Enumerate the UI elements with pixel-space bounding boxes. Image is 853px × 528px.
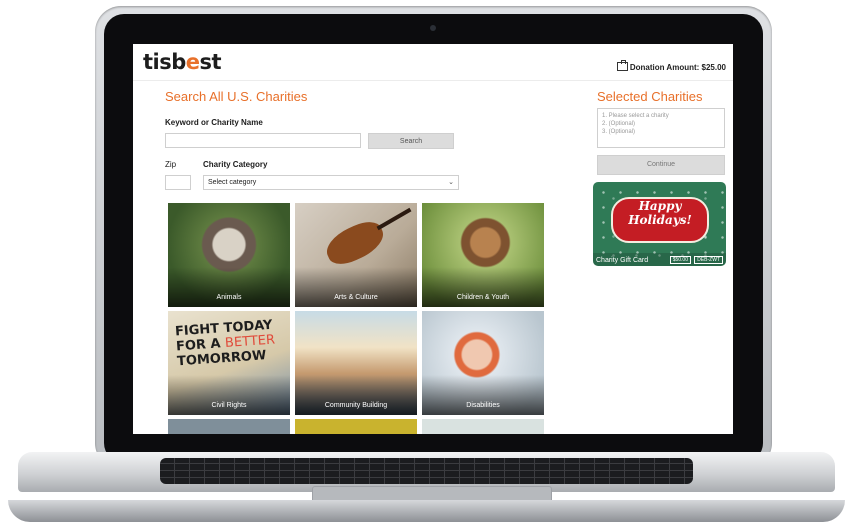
tile-label: Animals	[216, 294, 242, 301]
tile-shade	[168, 375, 290, 415]
selected-charities-list[interactable]: 1. Please select a charity 2. (Optional)…	[597, 108, 725, 148]
tile-label: Community Building	[324, 402, 388, 409]
holiday-greeting: Happy Holidays!	[628, 199, 692, 227]
keyword-input[interactable]	[165, 133, 361, 148]
selected-charities-heading: Selected Charities	[597, 89, 703, 104]
category-select-value: Select category	[208, 179, 257, 186]
gift-card-code: DEB-ZWT	[694, 256, 723, 264]
tile-shade	[295, 267, 417, 307]
search-button[interactable]: Search	[368, 133, 454, 149]
tile-label: Arts & Culture	[334, 294, 378, 301]
top-bar: tisbest Donation Amount: $25.00	[133, 44, 733, 81]
browser-screen: tisbest Donation Amount: $25.00 Search A…	[133, 44, 733, 434]
selected-slot-1: 1. Please select a charity	[602, 113, 669, 119]
zip-input[interactable]	[165, 175, 191, 190]
donation-amount: Donation Amount: $25.00	[616, 60, 726, 72]
tile-shade	[422, 375, 544, 415]
zip-label: Zip	[165, 160, 177, 169]
tile-shade	[295, 375, 417, 415]
category-tile-arts-culture[interactable]: Arts & Culture	[295, 203, 417, 307]
category-tile-community-building[interactable]: Community Building	[295, 311, 417, 415]
tile-shade	[168, 267, 290, 307]
category-tile-civil-rights[interactable]: FIGHT TODAY FOR A BETTER TOMORROW Civil …	[168, 311, 290, 415]
category-tile-partial[interactable]	[295, 419, 417, 434]
gift-card-title: Charity Gift Card	[596, 257, 649, 264]
tile-shade	[422, 267, 544, 307]
tile-label: Civil Rights	[211, 402, 247, 409]
search-heading: Search All U.S. Charities	[165, 89, 308, 104]
category-tile-partial[interactable]	[422, 419, 544, 434]
webcam	[430, 25, 436, 31]
category-tile-animals[interactable]: Animals	[168, 203, 290, 307]
category-select[interactable]: Select category ⌄	[203, 175, 459, 190]
category-label: Charity Category	[203, 160, 268, 169]
gift-card-image: Happy Holidays! Charity Gift Card $50.00…	[593, 182, 726, 266]
category-tile-partial[interactable]	[168, 419, 290, 434]
gift-card-amount: $50.00	[669, 256, 691, 264]
keyboard	[160, 458, 693, 484]
gift-card-footer: Charity Gift Card $50.00 DEB-ZWT	[593, 253, 726, 266]
violin-neck-image	[376, 207, 412, 231]
laptop-bottom-edge	[8, 500, 845, 522]
chevron-down-icon: ⌄	[448, 179, 454, 186]
protest-sign: FIGHT TODAY FOR A BETTER TOMORROW	[174, 317, 276, 370]
tile-label: Children & Youth	[456, 294, 510, 301]
keyword-label: Keyword or Charity Name	[165, 118, 263, 127]
category-tile-disabilities[interactable]: Disabilities	[422, 311, 544, 415]
selected-slot-2: 2. (Optional)	[602, 121, 636, 127]
tile-label: Disabilities	[466, 402, 500, 409]
selected-slot-3: 3. (Optional)	[602, 129, 636, 135]
continue-button[interactable]: Continue	[597, 155, 725, 175]
tisbest-logo[interactable]: tisbest	[143, 50, 222, 74]
category-tile-children-youth[interactable]: Children & Youth	[422, 203, 544, 307]
gift-icon	[616, 60, 628, 71]
